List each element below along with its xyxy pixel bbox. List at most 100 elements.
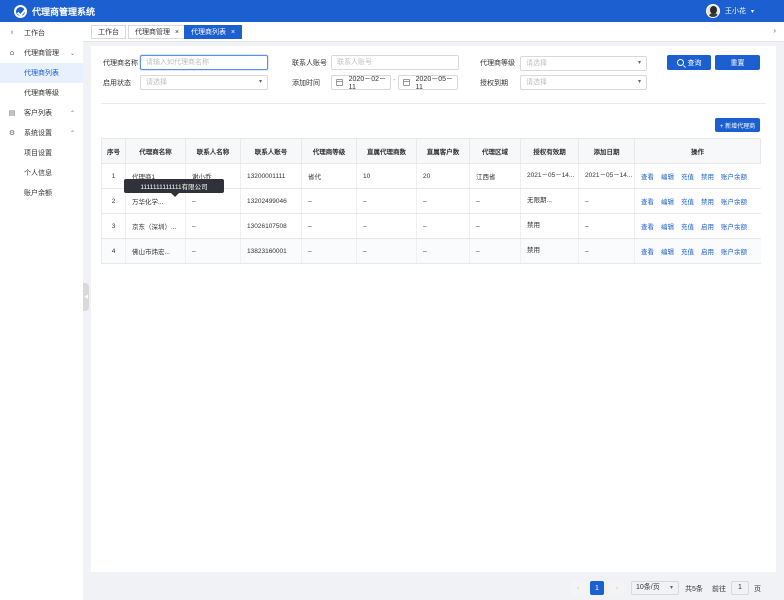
sidebar-item-system-settings[interactable]: ⚙ 系统设置 ⌃ [0, 123, 83, 143]
recharge-link[interactable]: 充值 [681, 249, 694, 256]
validity-cell: 禁用 [520, 238, 579, 264]
column-header: 序号 [101, 138, 126, 164]
page-1-button[interactable]: 1 [590, 581, 604, 595]
tabs-bar: 工作台 代理商管理 × 代理商列表 × › [83, 22, 784, 42]
customers-cell-link[interactable]: 20 [416, 163, 470, 189]
disable-link[interactable]: 禁用 [701, 174, 714, 181]
agent-level-cell: – [301, 238, 357, 264]
edit-link[interactable]: 编辑 [661, 249, 674, 256]
edit-link[interactable]: 编辑 [661, 174, 674, 181]
date-separator: - [393, 77, 396, 84]
column-header: 代理区域 [469, 138, 521, 164]
sidebar-item-agent-management[interactable]: ꭥ 代理商管理 ⌄ [0, 43, 83, 63]
chevron-down-icon: ▾ [637, 60, 641, 66]
sidebar-item-label: 代理商管理 [24, 50, 59, 57]
sidebar-item-project-settings[interactable]: 项目设置 [0, 143, 83, 163]
added-date-cell: – [578, 188, 635, 214]
column-header: 联系人名称 [185, 138, 241, 164]
auth-expiry-select[interactable]: 请选择 ▾ [520, 75, 647, 90]
balance-link[interactable]: 账户余额 [721, 199, 747, 206]
tab-agent-management[interactable]: 代理商管理 × [128, 25, 187, 39]
edit-link[interactable]: 编辑 [661, 199, 674, 206]
agent-name-input[interactable]: 请输入如代理商名称 [140, 55, 268, 70]
recharge-link[interactable]: 充值 [681, 224, 694, 231]
column-header: 代理商等级 [301, 138, 357, 164]
actions-cell: 查看 编辑 充值 启用 账户余额 [634, 238, 761, 264]
logo-check-icon [14, 4, 27, 18]
contact-account-cell: 13026107508 [240, 213, 302, 239]
query-button[interactable]: 查询 [667, 55, 711, 70]
sidebar-item-account-balance[interactable]: 账户余额 [0, 183, 83, 203]
sub-agents-cell: – [356, 188, 417, 214]
customers-cell: – [416, 213, 470, 239]
start-date-picker[interactable]: 2020－02－11 [331, 75, 391, 91]
sidebar-item-label: 系统设置 [24, 130, 52, 137]
view-link[interactable]: 查看 [641, 249, 654, 256]
reset-button[interactable]: 重置 [715, 55, 760, 70]
sidebar-item-agent-level[interactable]: 代理商等级 [0, 83, 83, 103]
next-page-button[interactable]: › [610, 581, 624, 595]
total-count: 共5条 [685, 586, 703, 593]
agent-level-select[interactable]: 请选择 ▾ [520, 56, 647, 71]
added-date-cell: – [578, 213, 635, 239]
chevron-down-icon: ▾ [258, 79, 262, 85]
balance-link[interactable]: 账户余额 [721, 249, 747, 256]
tab-agent-list[interactable]: 代理商列表 × [184, 25, 243, 39]
contact-account-input[interactable]: 联系人账号 [331, 55, 459, 70]
chevron-down-icon[interactable]: ▾ [751, 8, 754, 15]
goto-page-input[interactable]: 1 [731, 581, 749, 595]
close-icon[interactable]: × [175, 29, 179, 36]
column-header: 操作 [634, 138, 761, 164]
contact-account-cell: 13823160001 [240, 238, 302, 264]
column-header: 代理商名称 [125, 138, 186, 164]
user-name[interactable]: 王小花 [725, 6, 746, 16]
agent-level-cell: 省代 [301, 163, 357, 189]
disable-link[interactable]: 禁用 [701, 199, 714, 206]
balance-link[interactable]: 账户余额 [721, 224, 747, 231]
sub-agents-cell: – [356, 213, 417, 239]
balance-link[interactable]: 账户余额 [721, 174, 747, 181]
avatar[interactable] [705, 4, 720, 18]
row-index: 3 [101, 213, 126, 239]
page-size-select[interactable]: 10条/页 ▾ [631, 581, 679, 595]
chevron-right-icon[interactable]: › [773, 26, 776, 35]
sidebar-item-label: 账户余额 [24, 190, 52, 197]
person-icon: ꭥ [9, 49, 15, 57]
user-menu[interactable]: 王小花 ▾ [705, 4, 754, 18]
select-placeholder: 请选择 [146, 79, 167, 86]
edit-link[interactable]: 编辑 [661, 224, 674, 231]
recharge-link[interactable]: 充值 [681, 174, 694, 181]
chevron-up-icon: ⌃ [69, 130, 75, 137]
close-icon[interactable]: × [231, 29, 235, 36]
sidebar-item-label: 个人信息 [24, 170, 52, 177]
sidebar-item-customer-list[interactable]: ▤ 客户列表 ⌃ [0, 103, 83, 123]
tab-workbench[interactable]: 工作台 [91, 25, 126, 39]
reset-button-label: 重置 [730, 59, 745, 67]
tab-label: 代理商列表 [191, 29, 226, 36]
recharge-link[interactable]: 充值 [681, 199, 694, 206]
select-placeholder: 请选择 [526, 60, 547, 67]
sidebar-collapse-handle[interactable]: ◀ [83, 283, 89, 311]
enable-link[interactable]: 启用 [701, 249, 714, 256]
agent-name-cell: 京东（深圳）... [125, 213, 186, 239]
start-date-value: 2020－02－11 [348, 76, 386, 91]
sidebar-item-label: 项目设置 [24, 150, 52, 157]
query-button-label: 查询 [687, 59, 702, 67]
view-link[interactable]: 查看 [641, 224, 654, 231]
view-link[interactable]: 查看 [641, 174, 654, 181]
prev-page-button[interactable]: ‹ [571, 581, 585, 595]
sidebar-item-workbench[interactable]: ♁ 工作台 [0, 22, 83, 43]
sidebar-item-label: 工作台 [24, 29, 45, 37]
validity-cell: 禁用 [520, 213, 579, 239]
status-select[interactable]: 请选择 ▾ [140, 75, 268, 90]
view-link[interactable]: 查看 [641, 199, 654, 206]
sidebar-item-agent-list[interactable]: 代理商列表 [0, 63, 83, 83]
chevron-up-icon: ⌃ [69, 110, 75, 117]
end-date-picker[interactable]: 2020－05－11 [398, 75, 458, 91]
sidebar-item-personal-info[interactable]: 个人信息 [0, 163, 83, 183]
table-row: 3 京东（深圳）... – 13026107508 – – – – 禁用 – 查… [101, 213, 761, 239]
add-agent-button[interactable]: + 新增代理商 [715, 118, 760, 132]
gear-icon: ⚙ [8, 130, 16, 137]
goto-label: 前往 [712, 586, 726, 593]
enable-link[interactable]: 启用 [701, 224, 714, 231]
